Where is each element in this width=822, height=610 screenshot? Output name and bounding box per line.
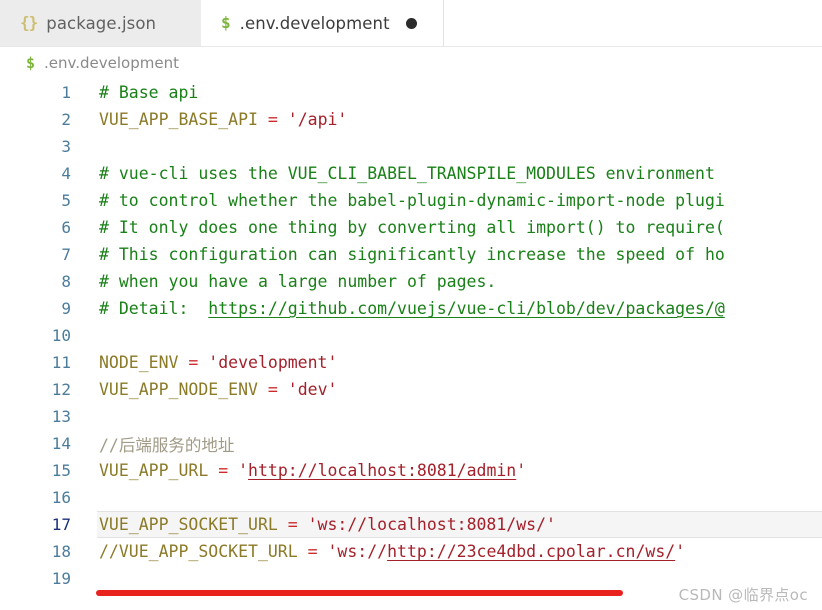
breadcrumb-filename[interactable]: .env.development	[44, 54, 179, 72]
code-line[interactable]: 7 # This configuration can significantly …	[0, 241, 822, 268]
env-dollar-icon: $	[26, 53, 36, 72]
code-line-text[interactable]: VUE_APP_SOCKET_URL = 'ws://localhost:808…	[71, 515, 556, 534]
code-token: NODE_ENV	[99, 353, 189, 372]
code-line-text[interactable]: # Base api	[71, 83, 198, 102]
code-line-text[interactable]: # Detail: https://github.com/vuejs/vue-c…	[71, 299, 725, 318]
code-line-text[interactable]: //VUE_APP_SOCKET_URL = 'ws://http://23ce…	[71, 542, 685, 561]
code-line-text[interactable]: VUE_APP_URL = 'http://localhost:8081/adm…	[71, 461, 526, 480]
code-line[interactable]: 19	[0, 565, 822, 592]
code-line[interactable]: 1 # Base api	[0, 79, 822, 106]
tab-label: package.json	[46, 13, 157, 33]
code-line[interactable]: 18//VUE_APP_SOCKET_URL = 'ws://http://23…	[0, 538, 822, 565]
line-number: 10	[51, 326, 71, 345]
line-number: 16	[51, 488, 71, 507]
code-token: =	[267, 380, 288, 399]
code-line-text[interactable]: NODE_ENV = 'development'	[71, 353, 337, 372]
code-editor[interactable]: 1 # Base api 2 VUE_APP_BASE_API = '/api' 3 4 #…	[0, 79, 822, 610]
code-token: '	[238, 461, 249, 480]
code-token: //VUE_APP_SOCKET_URL	[99, 542, 308, 561]
line-number: 9	[61, 299, 71, 318]
line-number: 3	[61, 137, 71, 156]
code-token: =	[188, 353, 209, 372]
code-token: '	[675, 542, 686, 561]
editor-tab-bar: {} package.json $ .env.development	[0, 0, 822, 47]
line-number: 2	[61, 110, 71, 129]
code-line[interactable]: 13	[0, 403, 822, 430]
code-link[interactable]: http://localhost:8081/admin	[248, 461, 516, 480]
tab-package-json[interactable]: {} package.json	[0, 0, 201, 46]
code-line[interactable]: 8 # when you have a large number of pages…	[0, 268, 822, 295]
code-line[interactable]: 3	[0, 133, 822, 160]
code-line-text[interactable]: VUE_APP_BASE_API = '/api'	[71, 110, 347, 129]
code-line[interactable]: 4 # vue-cli uses the VUE_CLI_BABEL_TRANSP…	[0, 160, 822, 187]
line-number: 15	[51, 461, 71, 480]
code-line[interactable]: 9 # Detail: https://github.com/vuejs/vue-…	[0, 295, 822, 322]
code-token: # This configuration can significantly i…	[99, 245, 725, 264]
code-token: =	[287, 515, 308, 534]
code-line[interactable]: 12 VUE_APP_NODE_ENV = 'dev'	[0, 376, 822, 403]
code-line[interactable]: 17 VUE_APP_SOCKET_URL = 'ws://localhost:8…	[0, 511, 822, 538]
code-token: VUE_APP_BASE_API	[99, 110, 268, 129]
env-dollar-icon: $	[221, 13, 231, 32]
code-token: # when you have a large number of pages.	[99, 272, 497, 291]
code-lines-container[interactable]: 1 # Base api 2 VUE_APP_BASE_API = '/api' 3 4 #…	[0, 79, 822, 592]
code-link[interactable]: http://23ce4dbd.cpolar.cn/ws/	[387, 542, 675, 561]
code-token: 'ws://localhost:8081/ws/'	[307, 515, 556, 534]
line-number: 13	[51, 407, 71, 426]
code-line-text[interactable]: # to control whether the babel-plugin-dy…	[71, 191, 725, 210]
code-token: # vue-cli uses the VUE_CLI_BABEL_TRANSPI…	[99, 164, 715, 183]
code-line-text[interactable]: # when you have a large number of pages.	[71, 272, 496, 291]
line-number: 12	[51, 380, 71, 399]
code-token: //后端服务的地址	[99, 435, 235, 455]
code-token: # It only does one thing by converting a…	[99, 218, 725, 237]
code-line[interactable]: 10	[0, 322, 822, 349]
unsaved-changes-dot-icon[interactable]	[405, 17, 417, 29]
code-token: VUE_APP_URL	[99, 461, 219, 480]
line-number: 4	[61, 164, 71, 183]
line-number: 19	[51, 569, 71, 588]
code-line[interactable]: 5 # to control whether the babel-plugin-d…	[0, 187, 822, 214]
code-line-text[interactable]: VUE_APP_NODE_ENV = 'dev'	[71, 380, 337, 399]
code-line[interactable]: 15 VUE_APP_URL = 'http://localhost:8081/a…	[0, 457, 822, 484]
code-line[interactable]: 2 VUE_APP_BASE_API = '/api'	[0, 106, 822, 133]
code-line-text[interactable]: //后端服务的地址	[71, 432, 234, 456]
line-number: 1	[61, 83, 71, 102]
breadcrumb[interactable]: $ .env.development	[0, 47, 822, 79]
code-line[interactable]: 14 //后端服务的地址	[0, 430, 822, 457]
line-number: 11	[51, 353, 71, 372]
json-braces-icon: {}	[20, 13, 38, 32]
line-number: 5	[61, 191, 71, 210]
code-token: 'ws://	[327, 542, 388, 561]
tab-env-development[interactable]: $ .env.development	[201, 0, 444, 46]
code-line-text[interactable]: # It only does one thing by converting a…	[71, 218, 725, 237]
code-token: 'dev'	[287, 380, 338, 399]
line-number: 7	[61, 245, 71, 264]
code-line-text[interactable]: # This configuration can significantly i…	[71, 245, 725, 264]
line-number: 17	[51, 515, 71, 534]
code-line[interactable]: 11 NODE_ENV = 'development'	[0, 349, 822, 376]
code-token: =	[267, 110, 288, 129]
code-token: VUE_APP_NODE_ENV	[99, 380, 268, 399]
line-number: 14	[51, 434, 71, 453]
code-token: 'development'	[208, 353, 338, 372]
code-token: # to control whether the babel-plugin-dy…	[99, 191, 725, 210]
code-line-text[interactable]: # vue-cli uses the VUE_CLI_BABEL_TRANSPI…	[71, 164, 715, 183]
code-token: '	[516, 461, 527, 480]
tab-label: .env.development	[239, 13, 390, 33]
code-token: # Detail:	[99, 299, 209, 318]
line-number: 18	[51, 542, 71, 561]
code-token: VUE_APP_SOCKET_URL	[99, 515, 288, 534]
code-token: # Base api	[99, 83, 199, 102]
code-link[interactable]: https://github.com/vuejs/vue-cli/blob/de…	[208, 299, 725, 318]
line-number: 8	[61, 272, 71, 291]
code-line[interactable]: 6 # It only does one thing by converting …	[0, 214, 822, 241]
code-line[interactable]: 16	[0, 484, 822, 511]
code-token: =	[218, 461, 239, 480]
code-token: '/api'	[287, 110, 348, 129]
tab-bar-empty-space	[444, 0, 822, 46]
line-number: 6	[61, 218, 71, 237]
code-token: =	[307, 542, 328, 561]
red-annotation-stroke-1	[96, 590, 623, 596]
